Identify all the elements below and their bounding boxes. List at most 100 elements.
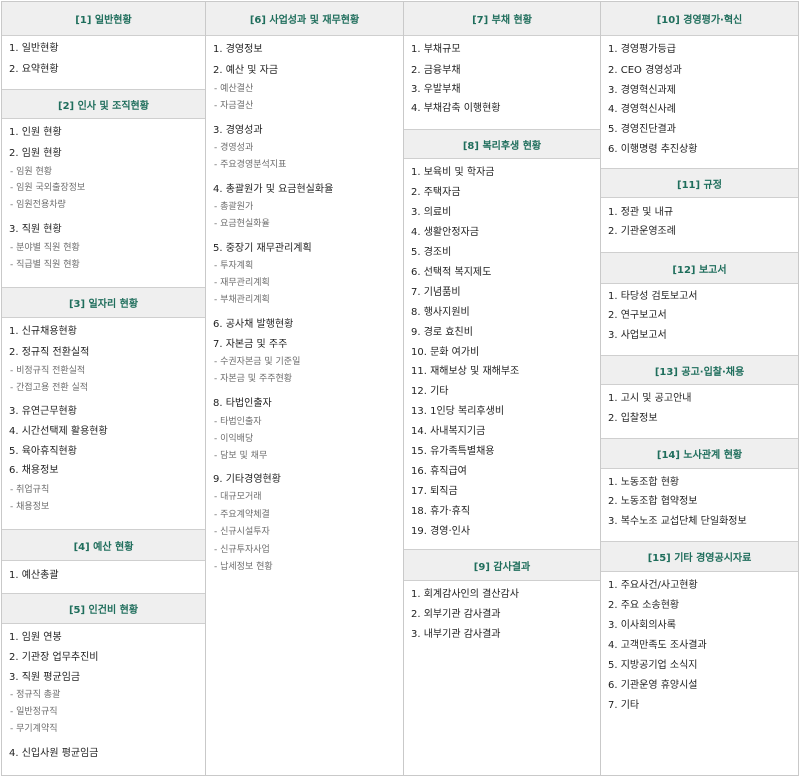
- menu-subitem[interactable]: - 일반정규직: [10, 706, 58, 718]
- menu-item[interactable]: 1. 고시 및 공고안내: [608, 393, 691, 405]
- menu-item[interactable]: 2. 요약현황: [9, 64, 59, 76]
- menu-item[interactable]: 7. 자본금 및 주주: [213, 339, 287, 351]
- menu-subitem[interactable]: - 주요계약체결: [214, 509, 270, 521]
- menu-item[interactable]: 1. 신규채용현황: [9, 326, 77, 338]
- menu-item[interactable]: 1. 노동조합 현황: [608, 477, 679, 489]
- menu-item[interactable]: 16. 휴직급여: [411, 466, 467, 478]
- menu-item[interactable]: 2. 기관장 업무추진비: [9, 652, 99, 664]
- section-header-7[interactable]: [7] 부채 현황: [404, 2, 600, 36]
- menu-item[interactable]: 6. 이행명령 추진상황: [608, 144, 698, 156]
- menu-item[interactable]: 3. 경영성과: [213, 125, 263, 137]
- menu-subitem[interactable]: - 재무관리계획: [214, 277, 270, 289]
- menu-subitem[interactable]: - 임원 현황: [10, 166, 52, 178]
- menu-item[interactable]: 19. 경영·인사: [411, 526, 470, 538]
- menu-item[interactable]: 1. 인원 현황: [9, 127, 62, 139]
- menu-item[interactable]: 2. 기관운영조례: [608, 226, 676, 238]
- section-header-14[interactable]: [14] 노사관계 현황: [601, 438, 798, 469]
- menu-item[interactable]: 3. 직원 현황: [9, 224, 62, 236]
- section-header-1[interactable]: [1] 일반현황: [2, 2, 205, 36]
- menu-item[interactable]: 3. 우발부채: [411, 84, 461, 96]
- menu-item[interactable]: 4. 고객만족도 조사결과: [608, 640, 707, 652]
- menu-item[interactable]: 3. 사업보고서: [608, 330, 667, 342]
- menu-subitem[interactable]: - 자본금 및 주주현황: [214, 373, 292, 385]
- menu-item[interactable]: 1. 타당성 검토보고서: [608, 291, 698, 303]
- menu-subitem[interactable]: - 채용정보: [10, 501, 49, 513]
- menu-item[interactable]: 2. 주택자금: [411, 187, 461, 199]
- menu-item[interactable]: 3. 경영혁신과제: [608, 85, 676, 97]
- menu-item[interactable]: 3. 의료비: [411, 207, 451, 219]
- menu-item[interactable]: 2. 외부기관 감사결과: [411, 609, 501, 621]
- menu-item[interactable]: 2. 노동조합 협약정보: [608, 496, 698, 508]
- section-header-11[interactable]: [11] 규정: [601, 168, 798, 198]
- section-header-10[interactable]: [10] 경영평가·혁신: [601, 2, 798, 36]
- menu-item[interactable]: 1. 경영정보: [213, 44, 263, 56]
- menu-item[interactable]: 18. 휴가·휴직: [411, 506, 470, 518]
- menu-item[interactable]: 2. 주요 소송현황: [608, 600, 679, 612]
- menu-subitem[interactable]: - 담보 및 채무: [214, 450, 267, 462]
- menu-item[interactable]: 14. 사내복지기금: [411, 426, 485, 438]
- menu-subitem[interactable]: - 직급별 직원 현황: [10, 259, 80, 271]
- section-header-8[interactable]: [8] 복리후생 현황: [404, 129, 600, 159]
- menu-subitem[interactable]: - 납세정보 현황: [214, 561, 273, 573]
- menu-item[interactable]: 12. 기타: [411, 386, 448, 398]
- menu-subitem[interactable]: - 타법인출자: [214, 416, 262, 428]
- menu-item[interactable]: 3. 이사회의사록: [608, 620, 676, 632]
- menu-subitem[interactable]: - 주요경영분석지표: [214, 159, 286, 171]
- menu-subitem[interactable]: - 분야별 직원 현황: [10, 242, 80, 254]
- menu-item[interactable]: 4. 총괄원가 및 요금현실화율: [213, 184, 333, 196]
- menu-item[interactable]: 2. 연구보고서: [608, 310, 667, 322]
- section-header-13[interactable]: [13] 공고·입찰·채용: [601, 355, 798, 385]
- section-header-6[interactable]: [6] 사업성과 및 재무현황: [206, 2, 403, 36]
- menu-item[interactable]: 9. 경로 효친비: [411, 327, 473, 339]
- menu-item[interactable]: 6. 기관운영 휴양시설: [608, 680, 698, 692]
- menu-subitem[interactable]: - 부채관리계획: [214, 294, 270, 306]
- menu-item[interactable]: 5. 경영진단결과: [608, 124, 676, 136]
- menu-item[interactable]: 4. 신입사원 평균임금: [9, 748, 99, 760]
- menu-item[interactable]: 5. 지방공기업 소식지: [608, 660, 698, 672]
- menu-item[interactable]: 2. 금융부채: [411, 65, 461, 77]
- menu-item[interactable]: 15. 유가족특별채용: [411, 446, 494, 458]
- menu-item[interactable]: 2. 예산 및 자금: [213, 65, 278, 77]
- menu-item[interactable]: 9. 기타경영현황: [213, 474, 281, 486]
- menu-subitem[interactable]: - 정규직 총괄: [10, 689, 60, 701]
- menu-subitem[interactable]: - 신규투자사업: [214, 544, 270, 556]
- menu-item[interactable]: 3. 직원 평균임금: [9, 672, 80, 684]
- menu-item[interactable]: 5. 경조비: [411, 247, 451, 259]
- menu-item[interactable]: 3. 복수노조 교섭단체 단일화정보: [608, 516, 747, 528]
- section-header-12[interactable]: [12] 보고서: [601, 252, 798, 284]
- menu-item[interactable]: 10. 문화 여가비: [411, 347, 479, 359]
- menu-item[interactable]: 1. 부채규모: [411, 44, 461, 56]
- menu-subitem[interactable]: - 대규모거래: [214, 491, 262, 503]
- menu-item[interactable]: 1. 보육비 및 학자금: [411, 167, 494, 179]
- menu-item[interactable]: 2. 정규직 전환실적: [9, 347, 89, 359]
- menu-subitem[interactable]: - 비정규직 전환실적: [10, 365, 85, 377]
- menu-item[interactable]: 4. 부채감축 이행현황: [411, 103, 501, 115]
- menu-item[interactable]: 11. 재해보상 및 재해부조: [411, 366, 519, 378]
- menu-item[interactable]: 1. 경영평가등급: [608, 44, 676, 56]
- menu-subitem[interactable]: - 총괄원가: [214, 201, 253, 213]
- section-header-5[interactable]: [5] 인건비 현황: [2, 593, 205, 624]
- section-header-3[interactable]: [3] 일자리 현황: [2, 287, 205, 318]
- menu-item[interactable]: 6. 채용정보: [9, 465, 59, 477]
- menu-subitem[interactable]: - 신규시설투자: [214, 526, 270, 538]
- menu-item[interactable]: 4. 경영혁신사례: [608, 104, 676, 116]
- menu-item[interactable]: 1. 임원 연봉: [9, 632, 62, 644]
- menu-subitem[interactable]: - 취업규칙: [10, 484, 49, 496]
- menu-item[interactable]: 4. 생활안정자금: [411, 227, 479, 239]
- menu-item[interactable]: 2. 입찰정보: [608, 413, 658, 425]
- menu-subitem[interactable]: - 이익배당: [214, 433, 253, 445]
- menu-subitem[interactable]: - 수권자본금 및 기준일: [214, 356, 300, 368]
- menu-subitem[interactable]: - 임원전용차량: [10, 199, 66, 211]
- menu-item[interactable]: 7. 기념품비: [411, 287, 461, 299]
- menu-item[interactable]: 2. 임원 현황: [9, 148, 62, 160]
- menu-subitem[interactable]: - 투자계획: [214, 260, 253, 272]
- menu-item[interactable]: 5. 중장기 재무관리계획: [213, 243, 312, 255]
- section-header-2[interactable]: [2] 인사 및 조직현황: [2, 89, 205, 119]
- menu-item[interactable]: 17. 퇴직금: [411, 486, 458, 498]
- section-header-15[interactable]: [15] 기타 경영공시자료: [601, 541, 798, 572]
- menu-item[interactable]: 13. 1인당 복리후생비: [411, 406, 504, 418]
- menu-item[interactable]: 1. 예산총괄: [9, 570, 59, 582]
- menu-item[interactable]: 1. 일반현황: [9, 43, 59, 55]
- section-header-4[interactable]: [4] 예산 현황: [2, 529, 205, 561]
- menu-item[interactable]: 5. 육아휴직현황: [9, 446, 77, 458]
